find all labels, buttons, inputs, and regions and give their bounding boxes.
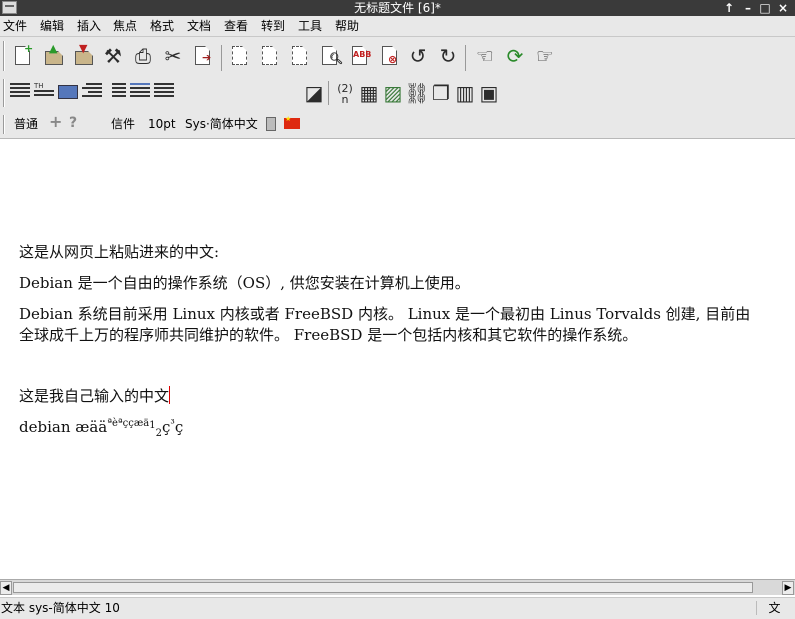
- export-icon[interactable]: ➔: [190, 43, 216, 69]
- maximize-icon[interactable]: □: [757, 0, 773, 16]
- find-replace-icon[interactable]: ABB: [347, 43, 373, 69]
- menu-tools[interactable]: 工具: [298, 19, 322, 34]
- title-bar: 无标题文件 [6]* ↑ – □ ×: [0, 0, 795, 16]
- paragraph-lines-icon[interactable]: [10, 83, 30, 103]
- menu-insert[interactable]: 插入: [77, 19, 101, 34]
- find-icon[interactable]: 🔍︎: [317, 43, 343, 69]
- section-heading-icon[interactable]: TH: [34, 83, 54, 103]
- next-hand-icon[interactable]: ☞: [532, 43, 558, 69]
- font-family-select[interactable]: Sys·简体中文: [185, 117, 258, 131]
- toolbar-grip[interactable]: [3, 115, 5, 134]
- tools-icon[interactable]: ✂: [160, 43, 186, 69]
- justify-icon[interactable]: [154, 83, 174, 103]
- undo-icon[interactable]: ↺: [405, 43, 431, 69]
- window-title: 无标题文件 [6]*: [354, 1, 441, 15]
- previous-hand-icon[interactable]: ☜: [472, 43, 498, 69]
- cut-icon[interactable]: [227, 43, 253, 69]
- open-document-icon[interactable]: ▲: [40, 43, 66, 69]
- reload-icon[interactable]: ⟳: [502, 43, 528, 69]
- print-icon[interactable]: ⎙: [130, 43, 156, 69]
- scroll-thumb[interactable]: [13, 582, 753, 593]
- copy-icon[interactable]: [257, 43, 283, 69]
- menu-document[interactable]: 文档: [187, 19, 211, 34]
- paragraph-garbled[interactable]: debian æääªèªççæä12ç³ç: [19, 417, 183, 439]
- text-color-swatch[interactable]: [266, 117, 276, 131]
- text-cursor: [169, 386, 171, 404]
- label-note-icon[interactable]: ◪: [301, 80, 327, 106]
- menu-format[interactable]: 格式: [150, 19, 174, 34]
- menu-edit[interactable]: 编辑: [40, 19, 64, 34]
- new-document-icon[interactable]: +: [10, 43, 36, 69]
- redo-icon[interactable]: ↻: [435, 43, 461, 69]
- document-editor[interactable]: 这是从网页上粘贴进来的中文: Debian 是一个自由的操作系统（OS）, 供您…: [0, 140, 795, 579]
- math-fraction-icon[interactable]: (2) n: [332, 80, 358, 106]
- horizontal-scrollbar[interactable]: ◀ ▶: [0, 579, 795, 595]
- hyperlink-icon[interactable]: ⛓: [404, 80, 430, 106]
- add-style-icon[interactable]: +: [49, 114, 62, 130]
- format-toolbar: TH E S V S NA ◪ (2)n ▦ ▨ ⛓ ❐ ▥ ▣: [0, 75, 795, 181]
- menu-help[interactable]: 帮助: [335, 19, 359, 34]
- chinese-flag-icon[interactable]: [284, 115, 300, 129]
- window-shade-icon[interactable]: ↑: [721, 0, 737, 16]
- menu-view[interactable]: 查看: [224, 19, 248, 34]
- menu-goto[interactable]: 转到: [261, 19, 285, 34]
- paragraph[interactable]: 全球成千上万的程序师共同维护的软件。 FreeBSD 是一个包括内核和其它软件的…: [19, 324, 637, 345]
- menu-focus[interactable]: 焦点: [113, 19, 137, 34]
- font-size-select[interactable]: 10pt: [148, 117, 176, 131]
- include-file-icon[interactable]: ❐: [428, 80, 454, 106]
- minimize-icon[interactable]: –: [740, 0, 756, 16]
- box-icon[interactable]: [58, 85, 78, 99]
- paste-icon[interactable]: [287, 43, 313, 69]
- status-text: 文本 sys-简体中文 10: [1, 601, 120, 615]
- scroll-left-icon[interactable]: ◀: [0, 581, 12, 595]
- toolbar-separator: [328, 81, 329, 105]
- float-film-icon[interactable]: ▥: [452, 80, 478, 106]
- menu-file[interactable]: 文件: [3, 19, 27, 34]
- main-toolbar: + ▲ ▼ ⚒ ⎙ ✂ ➔ 🔍︎ ABB ⊗ ↺ ↻ ☜ ⟳ ☞: [0, 37, 795, 75]
- scroll-right-icon[interactable]: ▶: [782, 581, 794, 595]
- toolbar-separator: [465, 45, 466, 71]
- paragraph[interactable]: Debian 是一个自由的操作系统（OS）, 供您安装在计算机上使用。: [19, 272, 470, 293]
- ert-monitor-icon[interactable]: ▣: [476, 80, 502, 106]
- close-icon[interactable]: ×: [775, 0, 791, 16]
- insert-graphic-icon[interactable]: ▨: [380, 80, 406, 106]
- list-itemize-icon[interactable]: [82, 83, 102, 103]
- paragraph[interactable]: Debian 系统目前采用 Linux 内核或者 FreeBSD 内核。 Lin…: [19, 303, 750, 324]
- style-help-icon[interactable]: ?: [69, 116, 77, 130]
- spellcheck-icon[interactable]: ⊗: [377, 43, 403, 69]
- build-hammer-icon[interactable]: ⚒: [100, 43, 126, 69]
- input-method-indicator[interactable]: 文: [756, 601, 792, 615]
- list-enumerate-icon[interactable]: [106, 83, 126, 103]
- save-document-icon[interactable]: ▼: [70, 43, 96, 69]
- paragraph[interactable]: 这是从网页上粘贴进来的中文:: [19, 241, 219, 262]
- toolbar-grip[interactable]: [3, 41, 5, 71]
- toolbar-grip[interactable]: [3, 79, 5, 107]
- paragraph-typed[interactable]: 这是我自己输入的中文: [19, 385, 171, 406]
- description-icon[interactable]: [130, 83, 150, 103]
- layout-toolbar: 普通 + ? 信件 10pt Sys·简体中文: [0, 111, 795, 139]
- table-icon[interactable]: ▦: [356, 80, 382, 106]
- status-bar: 文本 sys-简体中文 10 文: [0, 597, 795, 619]
- paper-format-select[interactable]: 信件: [111, 117, 135, 131]
- menu-bar: 文件 编辑 插入 焦点 格式 文档 查看 转到 工具 帮助: [0, 16, 795, 37]
- paragraph-style-select[interactable]: 普通: [14, 117, 38, 131]
- toolbar-separator: [221, 45, 222, 71]
